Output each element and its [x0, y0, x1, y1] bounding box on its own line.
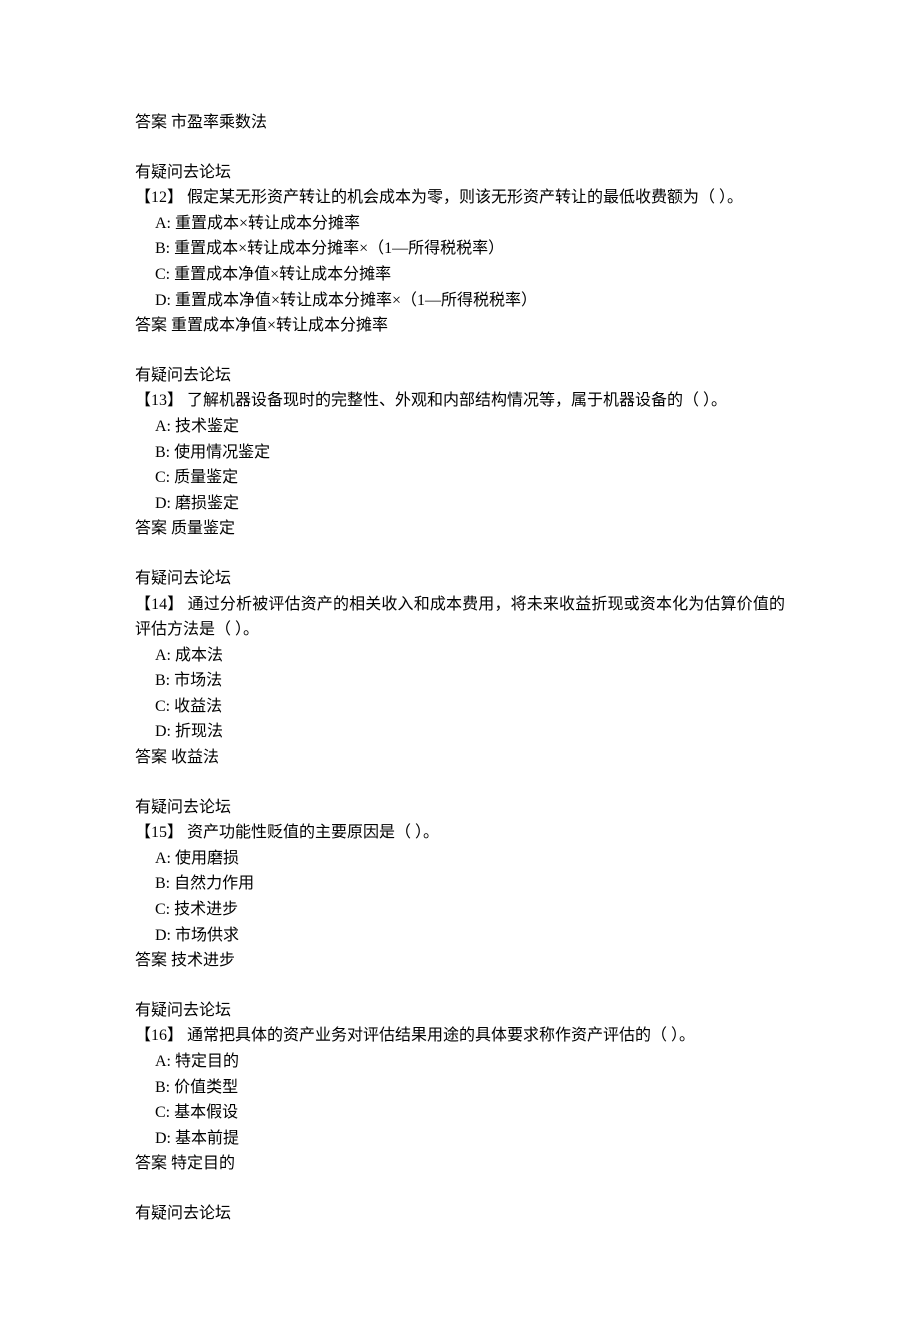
answer-line: 答案 收益法: [135, 745, 785, 771]
question-text: 【14】 通过分析被评估资产的相关收入和成本费用，将未来收益折现或资本化为估算价…: [135, 592, 785, 643]
option: D: 磨损鉴定: [135, 491, 785, 517]
option: A: 成本法: [135, 643, 785, 669]
question-text: 【12】 假定某无形资产转让的机会成本为零，则该无形资产转让的最低收费额为（ ）…: [135, 185, 785, 211]
answer-value: 市盈率乘数法: [171, 114, 267, 131]
option: C: 技术进步: [135, 897, 785, 923]
option: A: 重置成本×转让成本分摊率: [135, 211, 785, 237]
question-block: 有疑问去论坛【13】 了解机器设备现时的完整性、外观和内部结构情况等，属于机器设…: [135, 363, 785, 542]
option: B: 价值类型: [135, 1075, 785, 1101]
forum-link: 有疑问去论坛: [135, 363, 785, 389]
answer-label: 答案: [135, 114, 167, 131]
option: D: 重置成本净值×转让成本分摊率×（1—所得税税率）: [135, 288, 785, 314]
answer-line: 答案 重置成本净值×转让成本分摊率: [135, 313, 785, 339]
forum-link: 有疑问去论坛: [135, 795, 785, 821]
question-text: 【16】 通常把具体的资产业务对评估结果用途的具体要求称作资产评估的（ ）。: [135, 1023, 785, 1049]
question-block: 有疑问去论坛【12】 假定某无形资产转让的机会成本为零，则该无形资产转让的最低收…: [135, 160, 785, 339]
option: C: 重置成本净值×转让成本分摊率: [135, 262, 785, 288]
option: A: 技术鉴定: [135, 414, 785, 440]
option: A: 使用磨损: [135, 846, 785, 872]
forum-link: 有疑问去论坛: [135, 160, 785, 186]
option: B: 使用情况鉴定: [135, 440, 785, 466]
forum-link: 有疑问去论坛: [135, 566, 785, 592]
option: C: 质量鉴定: [135, 465, 785, 491]
forum-link: 有疑问去论坛: [135, 998, 785, 1024]
answer-line: 答案 技术进步: [135, 948, 785, 974]
question-block: 有疑问去论坛【14】 通过分析被评估资产的相关收入和成本费用，将未来收益折现或资…: [135, 566, 785, 771]
answer-line: 答案 特定目的: [135, 1151, 785, 1177]
option: C: 基本假设: [135, 1100, 785, 1126]
option: C: 收益法: [135, 694, 785, 720]
question-block: 有疑问去论坛【15】 资产功能性贬值的主要原因是（ ）。A: 使用磨损B: 自然…: [135, 795, 785, 974]
option: D: 折现法: [135, 719, 785, 745]
intro-answer: 答案 市盈率乘数法: [135, 110, 785, 136]
option: D: 市场供求: [135, 923, 785, 949]
answer-line: 答案 质量鉴定: [135, 516, 785, 542]
option: D: 基本前提: [135, 1126, 785, 1152]
question-text: 【13】 了解机器设备现时的完整性、外观和内部结构情况等，属于机器设备的（ ）。: [135, 388, 785, 414]
question-block: 有疑问去论坛【16】 通常把具体的资产业务对评估结果用途的具体要求称作资产评估的…: [135, 998, 785, 1177]
forum-link-trailing: 有疑问去论坛: [135, 1201, 785, 1227]
question-text: 【15】 资产功能性贬值的主要原因是（ ）。: [135, 820, 785, 846]
option: B: 自然力作用: [135, 871, 785, 897]
option: B: 市场法: [135, 668, 785, 694]
option: B: 重置成本×转让成本分摊率×（1—所得税税率）: [135, 236, 785, 262]
option: A: 特定目的: [135, 1049, 785, 1075]
